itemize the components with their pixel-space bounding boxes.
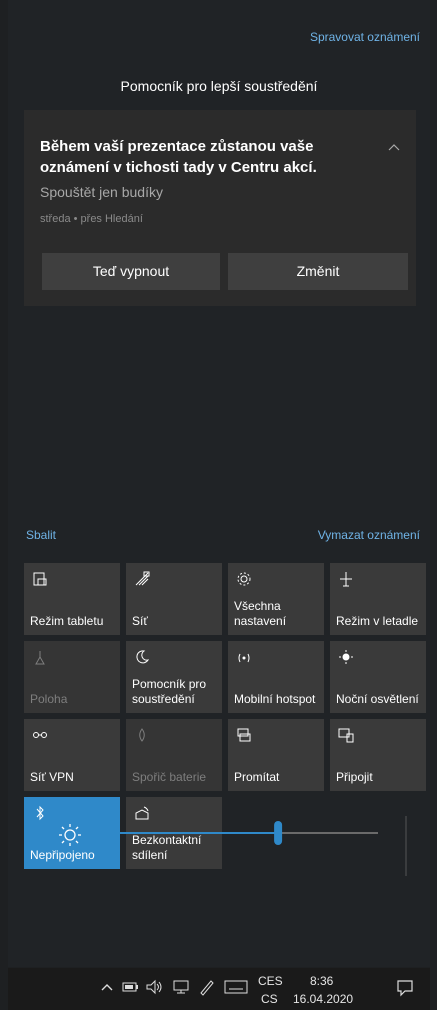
manage-notifications-link[interactable]: Spravovat oznámení: [310, 30, 420, 44]
night-light-icon: [339, 650, 353, 664]
brightness-thumb[interactable]: [274, 821, 283, 845]
clear-notifications-link[interactable]: Vymazat oznámení: [318, 528, 420, 542]
change-button[interactable]: Změnit: [228, 253, 408, 290]
quick-action-tile[interactable]: Spořič baterie: [126, 719, 222, 791]
notification-title: Během vaší prezentace zůstanou vaše ozná…: [40, 138, 317, 176]
quick-action-tile[interactable]: Promítat: [228, 719, 324, 791]
battery-icon[interactable]: [122, 980, 140, 994]
turn-off-button[interactable]: Teď vypnout: [42, 253, 220, 290]
battery-saver-icon: [139, 728, 145, 742]
chevron-up-icon[interactable]: [386, 140, 402, 156]
quick-action-label: Režim tabletu: [30, 614, 104, 628]
notification-card[interactable]: Během vaší prezentace zůstanou vaše ozná…: [24, 110, 416, 306]
location-icon: [35, 651, 45, 665]
project-icon: [237, 728, 251, 742]
quick-action-label: Promítat: [234, 770, 280, 784]
quick-action-tile[interactable]: Poloha: [24, 641, 120, 713]
vpn-icon: [33, 732, 47, 738]
quick-action-label: Síť VPN: [30, 770, 74, 784]
quick-action-label: Připojit: [336, 770, 373, 784]
quick-action-tile[interactable]: Mobilní hotspot: [228, 641, 324, 713]
notification-group-title: Pomocník pro lepší soustředění: [120, 78, 318, 94]
brightness-icon: [59, 824, 81, 846]
quick-action-tile[interactable]: Režim tabletu: [24, 563, 120, 635]
quick-action-label: Poloha: [30, 692, 68, 706]
quick-action-label: Spořič baterie: [132, 770, 207, 784]
quick-action-label: Síť: [132, 614, 148, 628]
quick-action-label: Noční osvětlení: [336, 692, 419, 706]
quick-action-label: Všechna nastavení: [234, 599, 287, 628]
network-icon: [135, 571, 150, 586]
tablet-mode-icon: [33, 572, 47, 586]
volume-icon[interactable]: [146, 979, 164, 995]
notification-subtitle: Spouštět jen budíky: [40, 184, 163, 200]
quick-action-label: Mobilní hotspot: [234, 692, 316, 706]
connect-icon: [338, 728, 354, 743]
quick-action-tile[interactable]: Síť VPN: [24, 719, 120, 791]
clock-date[interactable]: 16.04.2020: [293, 992, 353, 1006]
quick-action-tile[interactable]: Síť: [126, 563, 222, 635]
quick-action-tile[interactable]: Všechna nastavení: [228, 563, 324, 635]
airplane-icon: [340, 572, 352, 587]
quick-action-tile[interactable]: Pomocník pro soustředění: [126, 641, 222, 713]
pen-icon[interactable]: [198, 978, 216, 996]
brightness-slider[interactable]: [8, 786, 437, 886]
chevron-up-icon[interactable]: [100, 982, 114, 992]
quick-action-tile[interactable]: Noční osvětlení: [330, 641, 426, 713]
input-language-top[interactable]: CES: [258, 974, 283, 988]
quick-action-label: Režim v letadle: [336, 614, 419, 628]
action-center-icon[interactable]: [396, 979, 414, 997]
action-center-panel: Spravovat oznámení Pomocník pro lepší so…: [8, 0, 430, 967]
notification-meta: středa • přes Hledání: [40, 213, 143, 225]
clock-time[interactable]: 8:36: [310, 974, 333, 988]
quick-action-tile[interactable]: Režim v letadle: [330, 563, 426, 635]
hotspot-icon: [238, 653, 250, 663]
network-icon[interactable]: [172, 979, 190, 995]
settings-gear-icon: [237, 572, 251, 586]
quick-action-tile[interactable]: Připojit: [330, 719, 426, 791]
brightness-slider-area: [8, 786, 430, 886]
input-language-bottom[interactable]: CS: [261, 992, 278, 1006]
taskbar: CES CS 8:36 16.04.2020: [8, 968, 430, 1010]
keyboard-icon[interactable]: [224, 980, 248, 994]
moon-icon: [136, 650, 150, 664]
collapse-link[interactable]: Sbalit: [26, 528, 56, 542]
quick-action-label: Pomocník pro soustředění: [132, 677, 207, 706]
